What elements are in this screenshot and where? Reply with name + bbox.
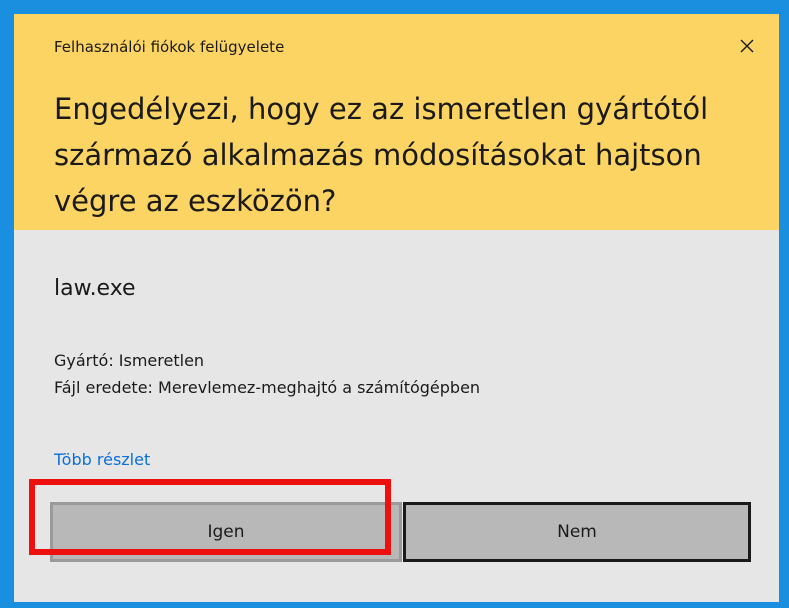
more-details-link[interactable]: Több részlet (54, 450, 150, 469)
dialog-question: Engedélyezi, hogy ez az ismeretlen gyárt… (54, 92, 709, 218)
close-button[interactable] (729, 28, 765, 64)
close-icon (740, 39, 754, 53)
app-name: law.exe (54, 276, 136, 301)
uac-dialog: Felhasználói fiókok felügyelete Engedély… (14, 14, 779, 602)
publisher-line: Gyártó: Ismeretlen (54, 351, 205, 370)
origin-line: Fájl eredete: Merevlemez-meghajtó a szám… (54, 378, 481, 397)
yes-button-label: Igen (207, 522, 245, 542)
no-button[interactable]: Nem (403, 502, 751, 562)
yes-button[interactable]: Igen (50, 502, 402, 562)
window-title: Felhasználói fiókok felügyelete (54, 38, 285, 56)
dialog-header: Felhasználói fiókok felügyelete Engedély… (14, 14, 779, 230)
no-button-label: Nem (557, 522, 597, 542)
app-info: Gyártó: Ismeretlen Fájl eredete: Merevle… (54, 347, 480, 401)
